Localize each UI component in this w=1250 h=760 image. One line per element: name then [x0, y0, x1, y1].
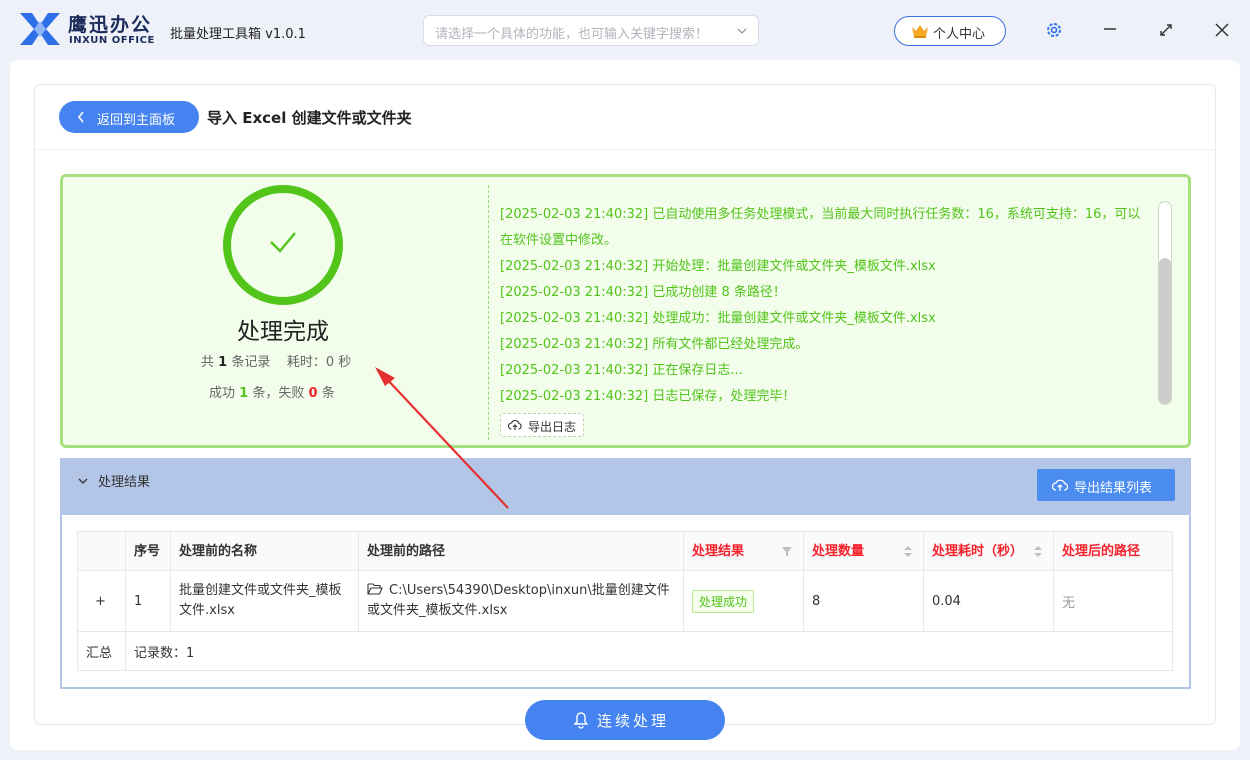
results-table: 序号 处理前的名称 处理前的路径 处理结果 处理数量 处理耗时（秒） 处理后的路…: [77, 531, 1173, 671]
row-count: 8: [804, 571, 924, 631]
status-badge: 处理成功: [692, 589, 755, 613]
user-center-label: 个人中心: [933, 27, 986, 42]
column-header-new-path: 处理后的路径: [1062, 544, 1141, 559]
cloud-upload-icon: [508, 420, 522, 430]
maximize-icon[interactable]: [1159, 23, 1173, 37]
expand-icon[interactable]: +: [95, 594, 106, 609]
title-bar: 鹰迅办公 INXUN OFFICE 批量处理工具箱 v1.0.1 请选择一个具体…: [0, 0, 1250, 60]
total-stats: 共 1 条记录 耗时：0 秒: [201, 351, 351, 370]
sort-icon[interactable]: [903, 545, 913, 558]
row-count-value: 8: [812, 593, 821, 609]
row-path: C:\Users\54390\Desktop\inxun\批量创建文件或文件夹_…: [359, 571, 684, 631]
elapsed-time: 耗时：0 秒: [286, 355, 352, 370]
total-prefix: 共: [201, 355, 215, 370]
total-suffix: 条记录: [231, 355, 271, 370]
row-name: 批量创建文件或文件夹_模板文件.xlsx: [171, 571, 359, 631]
fail-suffix: 条: [321, 386, 335, 401]
log-line: [2025-02-03 21:40:32] 日志已保存，处理完毕！: [500, 389, 796, 404]
export-results-label: 导出结果列表: [1074, 481, 1153, 496]
back-button-label: 返回到主面板: [97, 113, 176, 128]
results-header[interactable]: [60, 458, 1191, 515]
log-line: [2025-02-03 21:40:32] 已成功创建 8 条路径！: [500, 285, 786, 300]
chevron-down-icon: [737, 28, 747, 34]
inxun-logo-icon: [20, 13, 60, 45]
page-title: 导入 Excel 创建文件或文件夹: [207, 109, 412, 127]
crown-icon: [912, 25, 928, 38]
column-header-index: 序号: [126, 532, 171, 570]
column-header-expand: [78, 532, 126, 570]
brand-name: 鹰迅办公: [68, 14, 153, 36]
header-divider: [35, 149, 1215, 150]
export-log-label: 导出日志: [528, 420, 577, 434]
log-line: [2025-02-03 21:40:32] 正在保存日志...: [500, 363, 743, 378]
footer-label: 汇总: [78, 632, 126, 670]
row-time: 0.04: [924, 571, 1054, 631]
continue-processing-button[interactable]: 连续处理: [525, 700, 725, 740]
success-count: 1: [239, 386, 249, 401]
filter-icon[interactable]: [781, 545, 793, 557]
continue-processing-label: 连续处理: [597, 712, 670, 730]
brand-name-en: INXUN OFFICE: [69, 35, 155, 46]
log-scrollbar-thumb[interactable]: [1159, 258, 1171, 404]
results-title: 处理结果: [98, 475, 151, 490]
search-input[interactable]: 请选择一个具体的功能，也可输入关键字搜索！: [423, 15, 759, 46]
footer-label-text: 汇总: [86, 645, 113, 661]
column-header-count[interactable]: 处理数量: [804, 532, 924, 570]
success-fail-stats: 成功 1 条，失败 0 条: [209, 382, 335, 401]
status-title: 处理完成: [237, 319, 329, 345]
expand-row-button[interactable]: +: [78, 571, 126, 631]
gear-icon[interactable]: [1045, 21, 1063, 39]
table-header-row: 序号 处理前的名称 处理前的路径 处理结果 处理数量 处理耗时（秒） 处理后的路…: [78, 532, 1172, 571]
app-title: 批量处理工具箱 v1.0.1: [170, 27, 306, 42]
total-count: 1: [218, 355, 228, 370]
row-index-value: 1: [134, 593, 143, 609]
footer-record-count: 记录数：1: [126, 632, 426, 670]
table-row: + 1 批量创建文件或文件夹_模板文件.xlsx C:\Users\54390\…: [78, 571, 1172, 632]
panel-divider: [488, 185, 489, 440]
log-list: [2025-02-03 21:40:32] 已自动使用多任务处理模式，当前最大同…: [500, 202, 1150, 410]
minimize-icon[interactable]: [1103, 22, 1117, 36]
sort-icon[interactable]: [1033, 545, 1043, 558]
log-line: [2025-02-03 21:40:32] 已自动使用多任务处理模式，当前最大同…: [500, 207, 1141, 248]
close-icon[interactable]: [1215, 23, 1229, 37]
column-header-count-label: 处理数量: [812, 544, 865, 559]
success-prefix: 成功: [209, 386, 236, 401]
footer-record-count-text: 记录数：1: [134, 645, 195, 661]
column-header-result[interactable]: 处理结果: [684, 532, 804, 570]
export-results-button[interactable]: 导出结果列表: [1037, 469, 1175, 501]
column-header-time[interactable]: 处理耗时（秒）: [924, 532, 1054, 570]
column-header-name: 处理前的名称: [171, 532, 359, 570]
check-icon: [270, 232, 296, 253]
fail-prefix: 条，失败: [252, 386, 305, 401]
row-name-value: 批量创建文件或文件夹_模板文件.xlsx: [179, 583, 342, 618]
row-index: 1: [126, 571, 171, 631]
folder-open-icon: [367, 583, 383, 595]
chevron-left-icon: [77, 111, 84, 123]
column-header-path: 处理前的路径: [359, 532, 684, 570]
row-time-value: 0.04: [932, 593, 961, 609]
row-new-path-value: 无: [1062, 595, 1076, 611]
row-new-path: 无: [1054, 571, 1172, 631]
log-line: [2025-02-03 21:40:32] 处理成功：批量创建文件或文件夹_模板…: [500, 311, 936, 326]
row-status: 处理成功: [684, 571, 804, 631]
chevron-down-icon[interactable]: [77, 475, 89, 487]
table-footer-row: 汇总 记录数：1: [78, 632, 1172, 670]
search-placeholder: 请选择一个具体的功能，也可输入关键字搜索！: [435, 27, 709, 42]
export-log-button[interactable]: 导出日志: [500, 413, 584, 437]
user-center-button[interactable]: 个人中心: [894, 16, 1006, 46]
log-line: [2025-02-03 21:40:32] 所有文件都已经处理完成。: [500, 337, 809, 352]
log-line: [2025-02-03 21:40:32] 开始处理：批量创建文件或文件夹_模板…: [500, 259, 936, 274]
row-path-value: C:\Users\54390\Desktop\inxun\批量创建文件或文件夹_…: [367, 583, 670, 618]
cloud-upload-icon: [1052, 479, 1068, 491]
column-header-result-label: 处理结果: [692, 544, 745, 559]
back-to-dashboard-button[interactable]: 返回到主面板: [59, 101, 199, 133]
fail-count: 0: [308, 386, 318, 401]
column-header-time-label: 处理耗时（秒）: [932, 544, 1024, 559]
bell-icon: [574, 712, 588, 729]
